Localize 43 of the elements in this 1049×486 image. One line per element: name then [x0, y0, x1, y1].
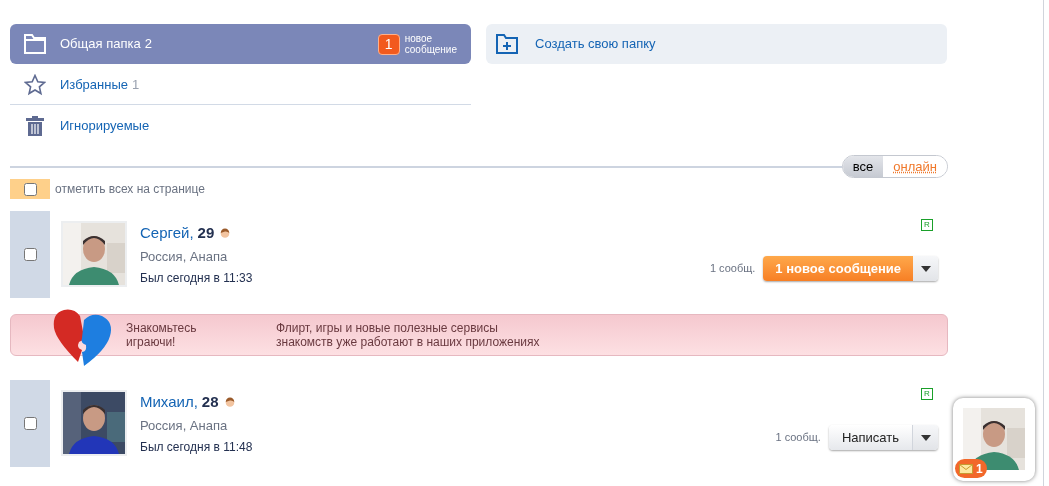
- dropdown-button[interactable]: [913, 256, 938, 281]
- contact-age: 28: [201, 392, 219, 412]
- folder-item[interactable]: Игнорируемые: [10, 106, 471, 146]
- last-seen-text: Был сегодня в 11:33: [140, 270, 253, 287]
- dropdown-button[interactable]: [913, 425, 938, 450]
- banner-text: Флирт, игры и новые полезные сервисы знакомств уже работают в наших приложениях: [276, 321, 540, 349]
- r-mark: R: [921, 388, 933, 400]
- contact-name[interactable]: Михаил,: [140, 391, 198, 414]
- contact-checkbox[interactable]: [23, 248, 37, 261]
- folder-count: 1: [132, 75, 140, 94]
- badge-caption: новое сообщение: [404, 33, 457, 55]
- folder-count: 2: [144, 35, 152, 54]
- message-count: 1 сообщ.: [709, 261, 756, 277]
- folder-item[interactable]: Общая папка 2 1 новое сообщение: [10, 24, 471, 64]
- promo-banner[interactable]: Знакомьтесь играючи! Флирт, игры и новые полезные сервисы знакомств уже работают в наших приложениях: [10, 314, 948, 356]
- select-all-label: отметить всех на странице: [55, 181, 205, 198]
- filter-tab[interactable]: все: [842, 156, 884, 177]
- contact-location: Россия, Анапа: [140, 416, 229, 435]
- select-all-checkbox[interactable]: [23, 182, 37, 196]
- folder-label: Общая папка: [60, 35, 141, 54]
- caret-icon: [920, 434, 931, 441]
- banner-title: Знакомьтесь играючи!: [126, 321, 198, 349]
- message-count-text: 1: [976, 460, 983, 478]
- last-seen-text: Был сегодня в 11:48: [140, 439, 253, 456]
- person-icon: [220, 228, 231, 239]
- message-count: 1 сообщ.: [775, 430, 821, 446]
- folder-label: Избранные: [60, 75, 128, 94]
- star-icon: [22, 73, 48, 96]
- folder-add-icon: [496, 34, 518, 54]
- r-mark: R: [921, 219, 933, 231]
- message-button[interactable]: Написать: [828, 425, 913, 450]
- person-icon: [224, 397, 235, 408]
- caret-icon: [920, 265, 931, 272]
- folder-label: Игнорируемые: [60, 117, 150, 136]
- contact-name[interactable]: Сергей,: [140, 222, 194, 245]
- folder-item[interactable]: Избранные 1: [10, 65, 471, 105]
- envelope-icon: [959, 463, 973, 474]
- contact-location: Россия, Анапа: [140, 247, 229, 266]
- contact-checkbox[interactable]: [23, 417, 37, 430]
- folder-icon: [22, 34, 48, 54]
- contact-age: 29: [197, 223, 215, 243]
- count-badge: 1: [377, 33, 400, 55]
- create-folder-button[interactable]: Создать свою папку: [486, 24, 947, 64]
